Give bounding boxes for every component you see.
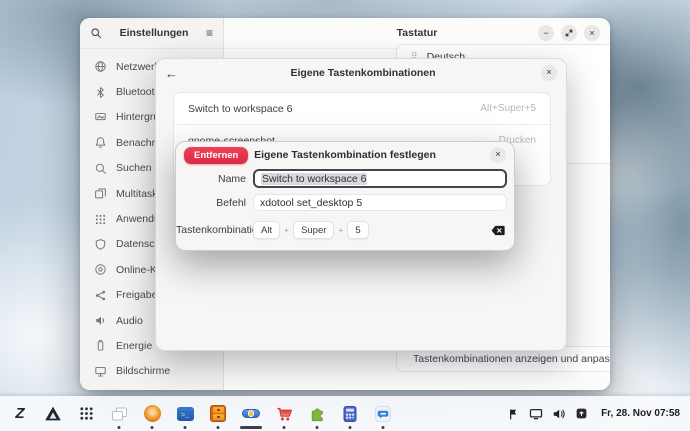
lion-browser-icon[interactable] [142, 404, 162, 424]
keycap-alt: Alt [253, 221, 280, 239]
sidebar-item-displays[interactable]: Bildschirme [80, 359, 223, 384]
name-row: Name Switch to workspace 6 [176, 169, 514, 188]
sharing-icon [93, 288, 107, 302]
custom-shortcuts-title: Eigene Tastenkombinationen [185, 67, 541, 79]
apps-icon [93, 212, 107, 226]
messenger-icon[interactable] [373, 404, 393, 424]
bluetooth-icon [93, 85, 107, 99]
keycap-row[interactable]: Alt + Super +5 [253, 221, 369, 239]
energy-icon [93, 339, 107, 353]
edit-dialog-close-icon[interactable]: × [490, 147, 506, 163]
edit-dialog-title: Eigene Tastenkombination festlegen [176, 149, 514, 161]
window-switcher-icon[interactable] [109, 404, 129, 424]
edit-dialog-header: Entfernen Eigene Tastenkombination festl… [176, 142, 514, 168]
sidebar-title: Einstellungen [102, 27, 206, 39]
displays-icon [93, 364, 107, 378]
menu-icon[interactable]: ≡ [206, 26, 213, 40]
extensions-icon[interactable] [307, 404, 327, 424]
taskbar-apps: Z >_ [0, 404, 393, 424]
name-value: Switch to workspace 6 [261, 173, 367, 185]
shortcut-label: Tastenkombination [176, 224, 246, 236]
shortcuts-link-label: Tastenkombinationen anzeigen und anpasse… [413, 353, 610, 365]
calculator-icon[interactable] [340, 404, 360, 424]
network-icon [93, 60, 107, 74]
plus-separator: + [284, 225, 289, 235]
display-tray-icon[interactable] [529, 407, 543, 421]
input-indicator-icon[interactable] [507, 407, 520, 421]
software-store-icon[interactable] [274, 404, 294, 424]
multitasking-icon [93, 187, 107, 201]
taskbar: Z >_ [0, 396, 690, 431]
audio-icon [93, 314, 107, 328]
plus-separator: + [338, 225, 343, 235]
app-grid-icon[interactable] [76, 404, 96, 424]
desktop: Einstellungen ≡ NetzwerkBluetoothHinterg… [0, 0, 690, 431]
sidebar-item-label: Netzwerk [116, 61, 160, 73]
terminal-icon[interactable]: >_ [175, 404, 195, 424]
sidebar-header: Einstellungen ≡ [80, 18, 223, 49]
name-label: Name [176, 173, 246, 185]
command-input[interactable]: xdotool set_desktop 5 [253, 194, 507, 211]
command-row: Befehl xdotool set_desktop 5 [176, 194, 514, 211]
sidebar-item-label: Freigabe [116, 289, 157, 301]
shortcut-row[interactable]: Switch to workspace 6Alt+Super+5 [174, 93, 550, 124]
system-tray: Fr, 28. Nov 07:58 [507, 407, 690, 421]
file-archiver-icon[interactable] [208, 404, 228, 424]
background-icon [93, 110, 107, 124]
window-controls: − × [538, 25, 600, 41]
dialog-close-icon[interactable]: × [541, 65, 557, 81]
maximize-button[interactable] [561, 25, 577, 41]
search-icon[interactable] [90, 27, 102, 39]
custom-shortcuts-header: ← Eigene Tastenkombinationen × [156, 59, 566, 87]
command-label: Befehl [176, 197, 246, 209]
clock[interactable]: Fr, 28. Nov 07:58 [601, 408, 680, 419]
zorin-menu-icon[interactable]: Z [10, 404, 30, 424]
keycap-5: 5 [347, 221, 368, 239]
page-title: Tastatur [397, 27, 438, 39]
back-icon[interactable]: ← [165, 66, 185, 81]
sidebar-item-label: Audio [116, 315, 143, 327]
close-button[interactable]: × [584, 25, 600, 41]
minimize-button[interactable]: − [538, 25, 554, 41]
anytype-icon[interactable] [43, 404, 63, 424]
online-accounts-icon [93, 263, 107, 277]
sidebar-item-label: Bluetooth [116, 86, 160, 98]
notifications-icon [93, 136, 107, 150]
backspace-icon[interactable] [491, 219, 505, 241]
keycap-super: Super [293, 221, 334, 239]
sidebar-item-label: Suchen [116, 162, 152, 174]
name-input[interactable]: Switch to workspace 6 [253, 169, 507, 188]
shortcut-row: Tastenkombination Alt + Super +5 [176, 219, 514, 241]
edit-shortcut-dialog: Entfernen Eigene Tastenkombination festl… [175, 141, 515, 251]
sidebar-item-label: Energie [116, 340, 152, 352]
shortcut-binding: Alt+Super+5 [480, 103, 536, 114]
search-icon [93, 161, 107, 175]
volume-icon[interactable] [552, 407, 566, 421]
privacy-icon [93, 237, 107, 251]
sidebar-item-label: Bildschirme [116, 365, 170, 377]
shortcut-name: Switch to workspace 6 [188, 103, 480, 115]
updates-tray-icon[interactable] [575, 407, 588, 420]
zorin-appearance-icon[interactable] [241, 404, 261, 424]
